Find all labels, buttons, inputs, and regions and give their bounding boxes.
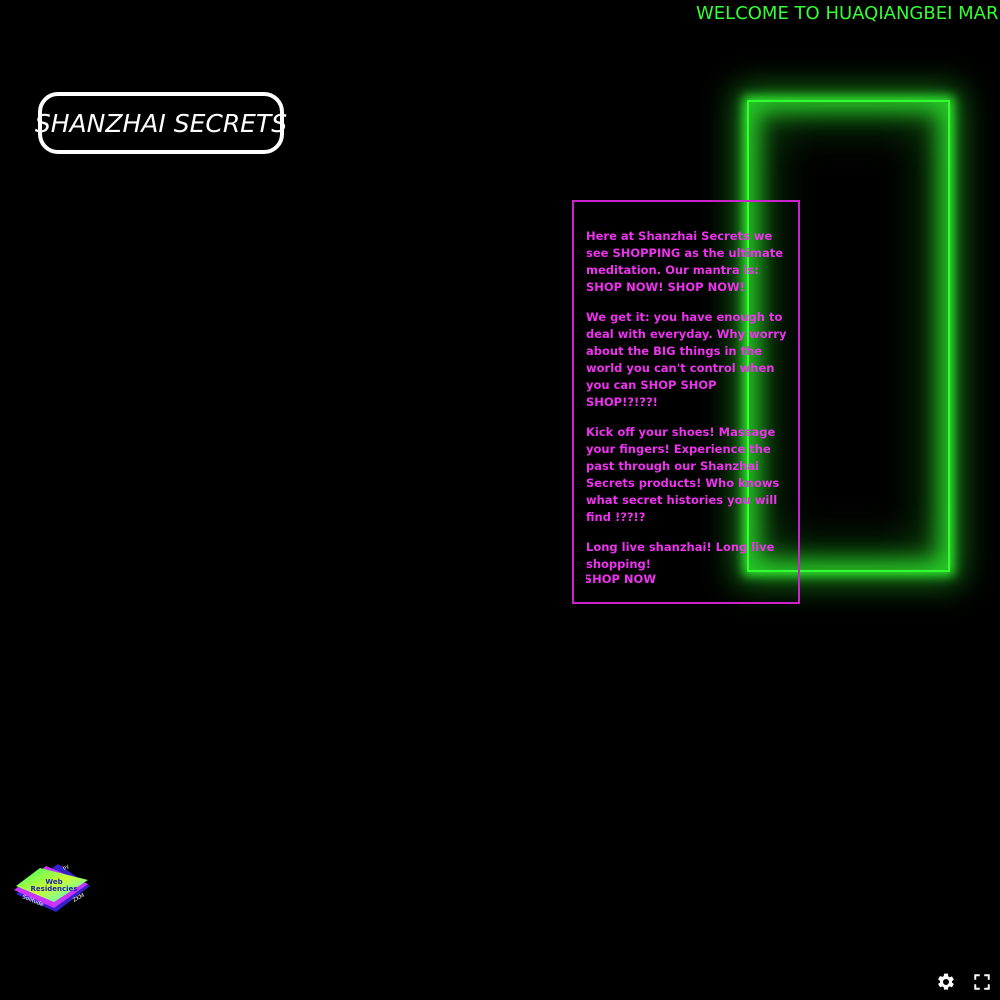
copy-paragraph-2: We get it: you have enough to deal with … (586, 310, 787, 409)
site-title-box: SHANZHAI SECRETS (34, 92, 288, 154)
shop-now-link[interactable]: SHOP NOW (586, 571, 656, 588)
site-title: SHANZHAI SECRETS (34, 108, 288, 138)
web-residencies-badge[interactable]: Web Residencies by Solitude ZKM (10, 860, 94, 916)
viewer-controls (936, 972, 992, 992)
settings-button[interactable] (936, 972, 956, 992)
fullscreen-button[interactable] (972, 972, 992, 992)
badge-line2: Residencies (31, 885, 78, 893)
copy-paragraph-1: Here at Shanzhai Secrets we see SHOPPING… (586, 229, 784, 294)
welcome-marquee-text: WELCOME TO HUAQIANGBEI MARKET (696, 3, 1000, 24)
copy-paragraph-3: Kick off your shoes! Massage your finger… (586, 425, 780, 524)
shop-copy-panel: Here at Shanzhai Secrets we see SHOPPING… (572, 200, 800, 604)
web-residencies-logo: Web Residencies by Solitude ZKM (14, 863, 90, 912)
badge-corner-top: by (62, 863, 70, 871)
copy-paragraph-4: Long live shanzhai! Long live shopping! (586, 540, 775, 571)
shop-now-link-text: SHOP NOW (586, 572, 656, 586)
fullscreen-icon (974, 974, 990, 990)
gear-icon (938, 973, 954, 990)
welcome-marquee: WELCOME TO HUAQIANGBEI MARKET (696, 2, 1000, 26)
